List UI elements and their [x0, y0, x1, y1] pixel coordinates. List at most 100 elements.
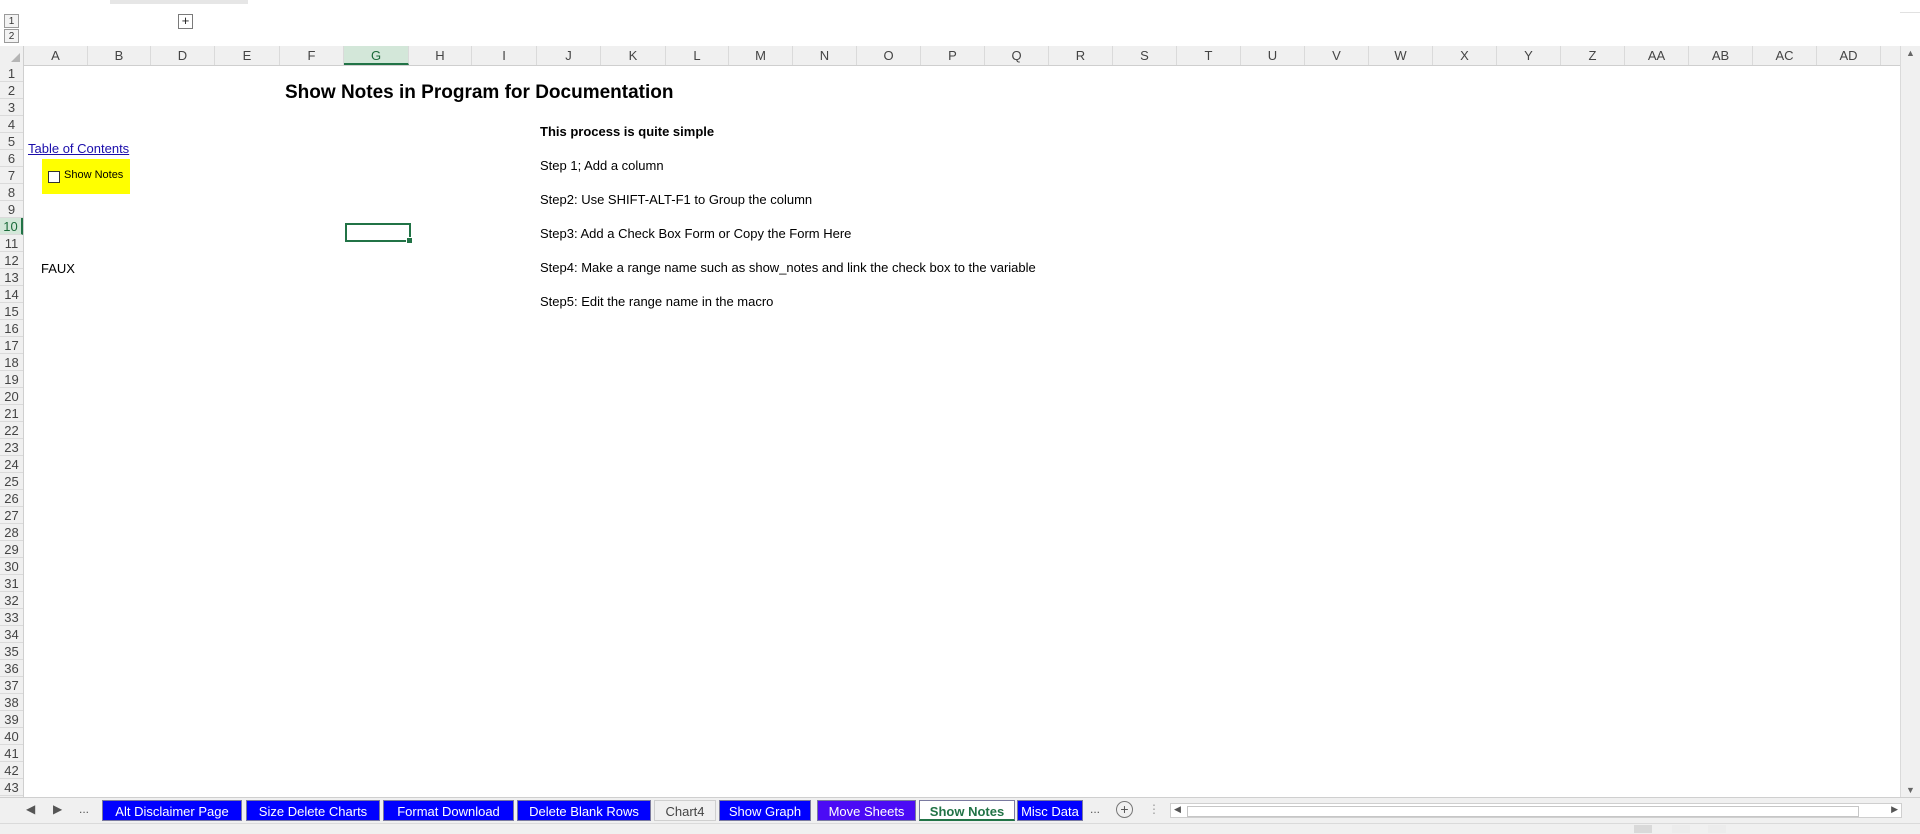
- column-header-z[interactable]: Z: [1561, 46, 1625, 65]
- scroll-up-icon[interactable]: ▲: [1906, 48, 1915, 58]
- row-header-29[interactable]: 29: [0, 541, 23, 558]
- column-header-g[interactable]: G: [344, 46, 409, 65]
- column-header-ac[interactable]: AC: [1753, 46, 1817, 65]
- row-header-8[interactable]: 8: [0, 184, 23, 201]
- row-header-14[interactable]: 14: [0, 286, 23, 303]
- tab-size-delete-charts[interactable]: Size Delete Charts: [246, 800, 380, 821]
- row-header-13[interactable]: 13: [0, 269, 23, 286]
- column-header-n[interactable]: N: [793, 46, 857, 65]
- column-header-r[interactable]: R: [1049, 46, 1113, 65]
- tab-prev-icon[interactable]: ◀: [26, 802, 35, 816]
- column-header-w[interactable]: W: [1369, 46, 1433, 65]
- tab-more-right[interactable]: ...: [1090, 802, 1100, 816]
- row-header-16[interactable]: 16: [0, 320, 23, 337]
- table-of-contents-link[interactable]: Table of Contents: [28, 141, 129, 156]
- column-header-q[interactable]: Q: [985, 46, 1049, 65]
- row-header-24[interactable]: 24: [0, 456, 23, 473]
- page-layout-view-button[interactable]: [1672, 825, 1690, 833]
- column-header-l[interactable]: L: [666, 46, 729, 65]
- row-header-19[interactable]: 19: [0, 371, 23, 388]
- row-header-2[interactable]: 2: [0, 82, 23, 99]
- expand-group-button[interactable]: +: [178, 14, 193, 29]
- horizontal-scroll-thumb[interactable]: [1187, 806, 1859, 817]
- row-header-12[interactable]: 12: [0, 252, 23, 269]
- column-header-v[interactable]: V: [1305, 46, 1369, 65]
- tab-show-notes[interactable]: Show Notes: [919, 800, 1015, 821]
- row-header-32[interactable]: 32: [0, 592, 23, 609]
- row-header-18[interactable]: 18: [0, 354, 23, 371]
- row-header-31[interactable]: 31: [0, 575, 23, 592]
- row-header-17[interactable]: 17: [0, 337, 23, 354]
- row-header-41[interactable]: 41: [0, 745, 23, 762]
- column-header-y[interactable]: Y: [1497, 46, 1561, 65]
- tab-alt-disclaimer-page[interactable]: Alt Disclaimer Page: [102, 800, 242, 821]
- row-header-28[interactable]: 28: [0, 524, 23, 541]
- row-header-10[interactable]: 10: [0, 218, 23, 235]
- row-header-5[interactable]: 5: [0, 133, 23, 150]
- row-header-6[interactable]: 6: [0, 150, 23, 167]
- row-header-33[interactable]: 33: [0, 609, 23, 626]
- row-header-20[interactable]: 20: [0, 388, 23, 405]
- column-header-ab[interactable]: AB: [1689, 46, 1753, 65]
- row-header-43[interactable]: 43: [0, 779, 23, 796]
- scroll-right-icon[interactable]: ▶: [1891, 804, 1898, 815]
- row-header-9[interactable]: 9: [0, 201, 23, 218]
- row-header-3[interactable]: 3: [0, 99, 23, 116]
- tab-next-icon[interactable]: ▶: [53, 802, 62, 816]
- row-header-36[interactable]: 36: [0, 660, 23, 677]
- row-header-39[interactable]: 39: [0, 711, 23, 728]
- tab-show-graph[interactable]: Show Graph: [719, 800, 811, 821]
- column-header-p[interactable]: P: [921, 46, 985, 65]
- column-header-h[interactable]: H: [409, 46, 472, 65]
- page-break-view-button[interactable]: [1708, 825, 1726, 833]
- row-header-7[interactable]: 7: [0, 167, 23, 184]
- row-header-34[interactable]: 34: [0, 626, 23, 643]
- column-header-f[interactable]: F: [280, 46, 344, 65]
- column-header-b[interactable]: B: [88, 46, 151, 65]
- column-header-k[interactable]: K: [601, 46, 666, 65]
- scroll-down-icon[interactable]: ▼: [1906, 785, 1915, 795]
- row-header-42[interactable]: 42: [0, 762, 23, 779]
- row-header-11[interactable]: 11: [0, 235, 23, 252]
- row-header-21[interactable]: 21: [0, 405, 23, 422]
- row-header-35[interactable]: 35: [0, 643, 23, 660]
- row-header-15[interactable]: 15: [0, 303, 23, 320]
- vertical-scrollbar[interactable]: ▲ ▼: [1900, 46, 1920, 797]
- tab-splitter-handle[interactable]: ⋮: [1148, 802, 1160, 816]
- show-notes-checkbox-form[interactable]: Show Notes: [42, 159, 130, 194]
- column-header-aa[interactable]: AA: [1625, 46, 1689, 65]
- row-header-27[interactable]: 27: [0, 507, 23, 524]
- tab-more-left[interactable]: ...: [79, 802, 89, 816]
- column-header-d[interactable]: D: [151, 46, 215, 65]
- row-header-23[interactable]: 23: [0, 439, 23, 456]
- active-cell-g10[interactable]: [345, 223, 413, 244]
- row-header-37[interactable]: 37: [0, 677, 23, 694]
- select-all-corner[interactable]: [0, 46, 24, 65]
- column-header-i[interactable]: I: [472, 46, 537, 65]
- tab-format-download[interactable]: Format Download: [383, 800, 514, 821]
- row-header-26[interactable]: 26: [0, 490, 23, 507]
- show-notes-checkbox[interactable]: [48, 171, 60, 183]
- row-header-1[interactable]: 1: [0, 65, 23, 82]
- fill-handle[interactable]: [406, 237, 413, 244]
- tab-misc-data[interactable]: Misc Data: [1017, 800, 1083, 821]
- column-header-ad[interactable]: AD: [1817, 46, 1881, 65]
- column-header-m[interactable]: M: [729, 46, 793, 65]
- column-header-a[interactable]: A: [24, 46, 88, 65]
- column-header-t[interactable]: T: [1177, 46, 1241, 65]
- row-header-40[interactable]: 40: [0, 728, 23, 745]
- normal-view-button[interactable]: [1634, 825, 1652, 833]
- column-header-x[interactable]: X: [1433, 46, 1497, 65]
- outline-level-1-button[interactable]: 1: [4, 14, 19, 28]
- worksheet-grid[interactable]: Show Notes in Program for Documentation …: [24, 65, 1900, 797]
- horizontal-scrollbar[interactable]: ◀ ▶: [1170, 803, 1902, 818]
- column-header-o[interactable]: O: [857, 46, 921, 65]
- row-header-4[interactable]: 4: [0, 116, 23, 133]
- column-header-u[interactable]: U: [1241, 46, 1305, 65]
- column-header-s[interactable]: S: [1113, 46, 1177, 65]
- row-header-25[interactable]: 25: [0, 473, 23, 490]
- scroll-left-icon[interactable]: ◀: [1174, 804, 1181, 815]
- add-sheet-button[interactable]: +: [1116, 801, 1133, 818]
- outline-level-2-button[interactable]: 2: [4, 29, 19, 43]
- row-header-22[interactable]: 22: [0, 422, 23, 439]
